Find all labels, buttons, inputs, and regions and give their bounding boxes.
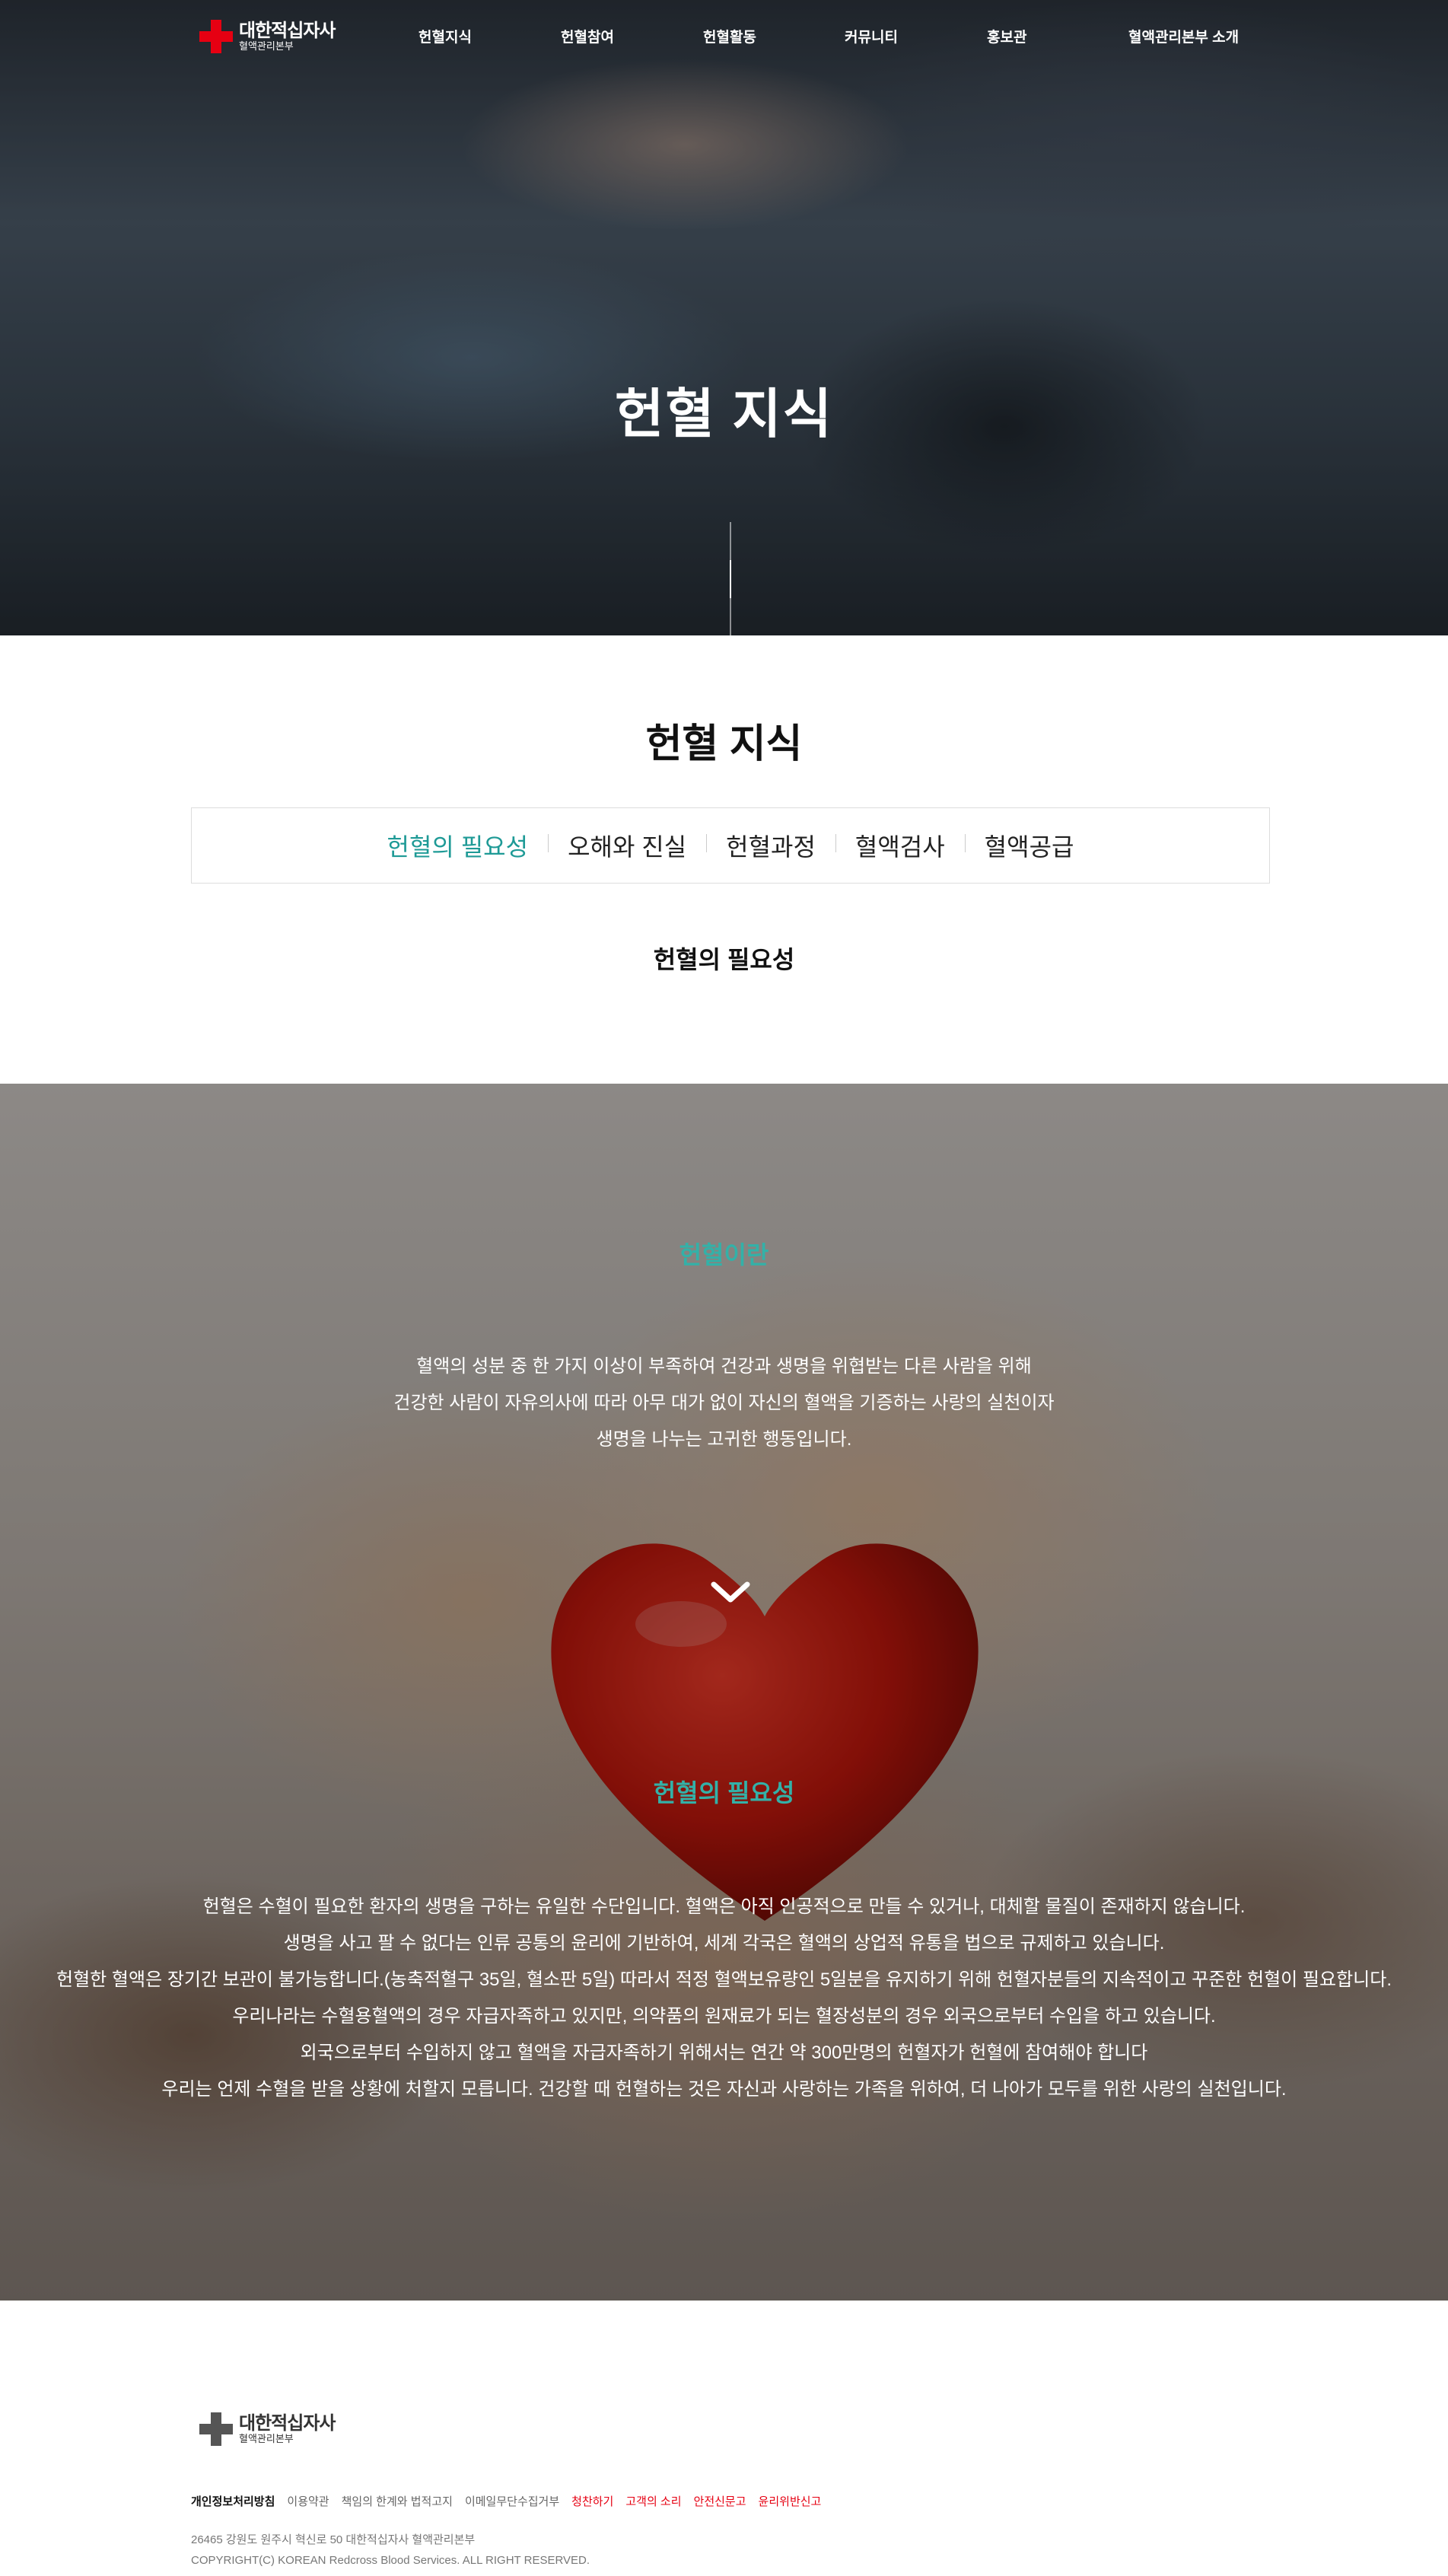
footer-link-legal[interactable]: 책임의 한계와 법적고지 — [342, 2493, 453, 2509]
footer-link-email-refusal[interactable]: 이메일무단수집거부 — [465, 2493, 559, 2509]
footer-logo-sub: 혈액관리본부 — [239, 2433, 294, 2445]
about-title: 헌혈이란 — [679, 1241, 769, 1269]
nav-item-about[interactable]: 혈액관리본부 소개 — [1128, 26, 1239, 46]
necessity-title: 헌혈의 필요성 — [653, 1779, 795, 1807]
footer-copyright: COPYRIGHT(C) KOREAN Redcross Blood Servi… — [191, 2554, 590, 2567]
tab-necessity[interactable]: 헌혈의 필요성 — [368, 828, 549, 863]
nav-item-activity[interactable]: 헌혈활동 — [703, 26, 756, 46]
footer-logo-main: 대한적십자사 — [239, 2412, 336, 2434]
tab-blood-supply[interactable]: 혈액공급 — [964, 828, 1094, 863]
nav-item-pr[interactable]: 홍보관 — [987, 26, 1026, 46]
footer-logo[interactable]: 대한적십자사 혈액관리본부 — [199, 2412, 336, 2446]
tab-blood-test[interactable]: 혈액검사 — [835, 828, 965, 863]
main-nav: 헌혈지식 헌혈참여 헌혈활동 커뮤니티 홍보관 혈액관리본부 소개 — [0, 26, 1448, 47]
gray-cross-icon — [199, 2412, 233, 2446]
footer-link-terms[interactable]: 이용약관 — [287, 2493, 329, 2509]
nav-item-community[interactable]: 커뮤니티 — [845, 26, 898, 46]
heart-background-section: 헌혈이란 혈액의 성분 중 한 가지 이상이 부족하여 건강과 생명을 위협받는… — [0, 1084, 1448, 2301]
hero-banner: 대한적십자사 혈액관리본부 헌혈지식 헌혈참여 헌혈활동 커뮤니티 홍보관 혈액… — [0, 0, 1448, 635]
footer-logo-text: 대한적십자사 혈액관리본부 — [239, 2412, 336, 2445]
hero-title: 헌혈 지식 — [614, 384, 834, 444]
footer-link-customer-voice[interactable]: 고객의 소리 — [625, 2493, 681, 2509]
about-line: 생명을 나누는 고귀한 행동입니다. — [596, 1429, 852, 1450]
tab-process[interactable]: 헌혈과정 — [706, 828, 835, 863]
footer-link-privacy[interactable]: 개인정보처리방침 — [191, 2493, 275, 2509]
necessity-line: 헌혈은 수혈이 필요한 환자의 생명을 구하는 유일한 수단입니다. 혈액은 아… — [202, 1896, 1246, 1917]
footer-links: 개인정보처리방침 이용약관 책임의 한계와 법적고지 이메일무단수집거부 청찬하… — [191, 2493, 821, 2509]
tab-myths[interactable]: 오해와 진실 — [548, 828, 706, 863]
about-line: 건강한 사람이 자유의사에 따라 아무 대가 없이 자신의 혈액을 기증하는 사… — [393, 1393, 1055, 1413]
necessity-line: 생명을 사고 팔 수 없다는 인류 공통의 윤리에 기반하여, 세계 각국은 혈… — [283, 1933, 1165, 1953]
page-title: 헌혈 지식 — [645, 722, 803, 766]
necessity-line: 우리는 언제 수혈을 받을 상황에 처할지 모릅니다. 건강할 때 헌혈하는 것… — [161, 2079, 1287, 2100]
hero-overlay — [0, 0, 1448, 635]
footer-link-praise[interactable]: 청찬하기 — [571, 2493, 613, 2509]
footer-address: 26465 강원도 원주시 혁신로 50 대한적십자사 혈액관리본부 — [191, 2533, 476, 2546]
necessity-line: 헌혈한 혈액은 장기간 보관이 불가능합니다.(농축적혈구 35일, 혈소판 5… — [56, 1969, 1392, 1990]
necessity-text: 헌혈은 수혈이 필요한 환자의 생명을 구하는 유일한 수단입니다. 혈액은 아… — [0, 1889, 1448, 2108]
nav-item-knowledge[interactable]: 헌혈지식 — [418, 26, 472, 46]
necessity-line: 우리나라는 수혈용혈액의 경우 자급자족하고 있지만, 의약품의 원재료가 되는… — [232, 2006, 1216, 2027]
about-text: 혈액의 성분 중 한 가지 이상이 부족하여 건강과 생명을 위협받는 다른 사… — [0, 1348, 1448, 1458]
necessity-line: 외국으로부터 수입하지 않고 혈액을 자급자족하기 위해서는 연간 약 300만… — [300, 2043, 1148, 2063]
nav-item-participate[interactable]: 헌혈참여 — [561, 26, 614, 46]
section-subtitle: 헌혈의 필요성 — [653, 946, 795, 973]
footer-link-safety-report[interactable]: 안전신문고 — [694, 2493, 746, 2509]
about-line: 혈액의 성분 중 한 가지 이상이 부족하여 건강과 생명을 위협받는 다른 사… — [416, 1356, 1032, 1377]
sub-tabs: 헌혈의 필요성 오해와 진실 헌혈과정 혈액검사 혈액공급 — [191, 807, 1270, 884]
chevron-down-icon — [711, 1581, 750, 1603]
footer-link-ethics-report[interactable]: 윤리위반신고 — [759, 2493, 822, 2509]
scroll-indicator — [730, 522, 731, 635]
